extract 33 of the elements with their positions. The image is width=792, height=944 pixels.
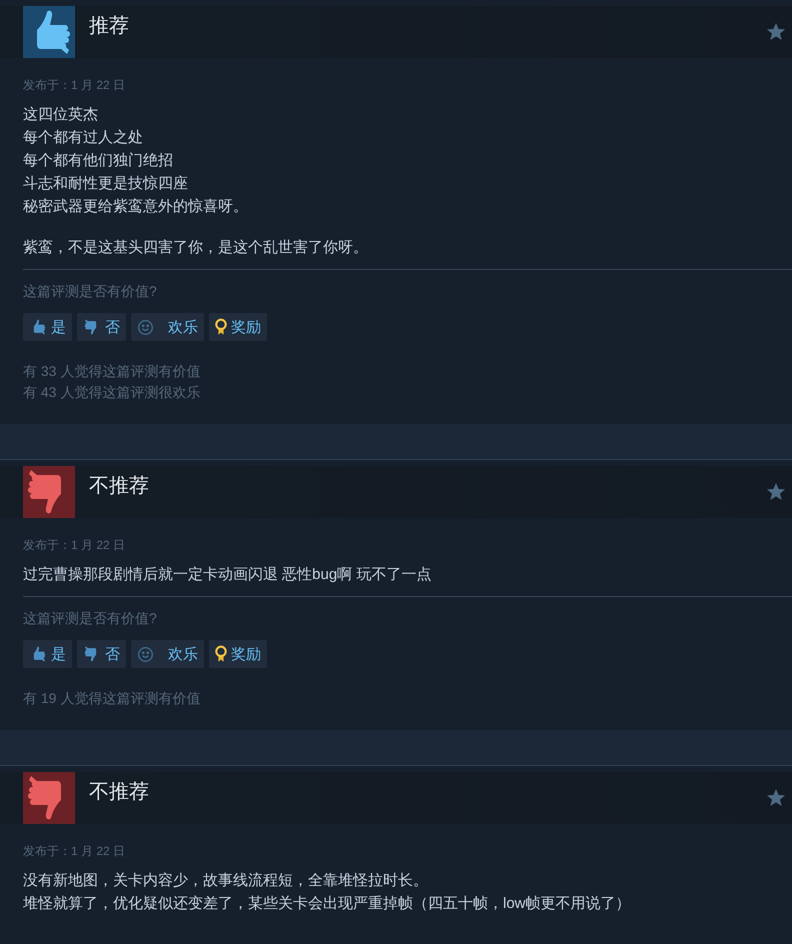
vote-count: 有 43 人觉得这篇评测很欢乐 — [23, 383, 202, 402]
award-icon — [215, 645, 227, 663]
review-verdict: 不推荐 — [89, 474, 149, 498]
award-icon — [215, 318, 227, 336]
thumbs-down-icon — [23, 772, 75, 824]
posted-date: 发布于：1 月 22 日 — [23, 77, 126, 93]
smiley-icon — [137, 646, 154, 662]
smiley-icon — [137, 318, 154, 336]
review-text: 紫鸾，不是这基头四害了你，是这个乱世害了你呀。 — [23, 238, 369, 258]
vote-count: 有 19 人觉得这篇评测有价值 — [23, 689, 202, 708]
posted-date: 发布于：1 月 22 日 — [23, 843, 126, 859]
helpful-question: 这篇评测是否有价值? — [23, 282, 158, 300]
no-button[interactable]: 否 — [77, 313, 126, 341]
award-button[interactable]: 奖励 — [209, 313, 267, 341]
star-icon[interactable] — [766, 22, 786, 42]
yes-button[interactable]: 是 — [23, 313, 72, 341]
vote-count: 有 33 人觉得这篇评测有价值 — [23, 362, 202, 381]
funny-button[interactable]: 欢乐 — [131, 640, 204, 668]
award-button[interactable]: 奖励 — [209, 640, 267, 668]
review-text: 这四位英杰 每个都有过人之处 每个都有他们独门绝招 斗志和耐性更是技惊四座 秘密武器更给紫鸾意外的惊喜呀。 — [23, 105, 249, 217]
review-verdict: 推荐 — [89, 14, 129, 38]
review-text: 没有新地图，关卡内容少，故事线流程短，全靠堆怪拉时长。 堆怪就算了，优化疑似还变差了，某些关卡会出现严重掉帧（四五十帧，low帧更不用说了） — [23, 871, 632, 914]
no-button[interactable]: 否 — [77, 640, 126, 668]
thumbs-down-icon — [23, 466, 75, 518]
review-text: 过完曹操那段剧情后就一定卡动画闪退 恶性bug啊 玩不了一点 — [23, 565, 432, 585]
star-icon[interactable] — [766, 482, 786, 502]
posted-date: 发布于：1 月 22 日 — [23, 537, 126, 553]
funny-button[interactable]: 欢乐 — [131, 313, 204, 341]
yes-button[interactable]: 是 — [23, 640, 72, 668]
helpful-question: 这篇评测是否有价值? — [23, 609, 158, 627]
review-verdict: 不推荐 — [89, 780, 149, 804]
thumbs-up-icon — [23, 6, 75, 58]
star-icon[interactable] — [766, 788, 786, 808]
